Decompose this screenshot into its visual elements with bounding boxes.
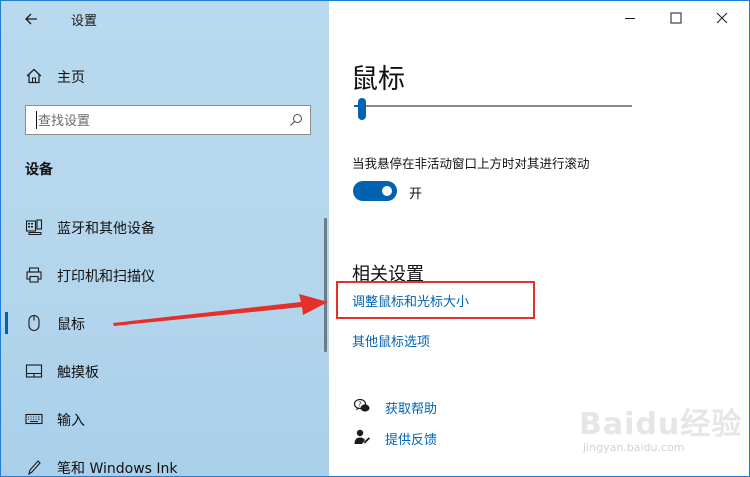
section-heading-devices: 设备 [25, 162, 53, 178]
sidebar-item-label: 笔和 Windows Ink [57, 461, 178, 477]
back-button[interactable] [19, 9, 45, 29]
link-get-help[interactable]: 获取帮助 [385, 398, 437, 417]
sidebar-item-pen[interactable]: 笔和 Windows Ink [1, 450, 321, 477]
back-arrow-icon [25, 13, 37, 25]
minimize-icon [625, 18, 635, 19]
sidebar-item-label: 输入 [57, 413, 85, 429]
touchpad-icon [25, 364, 43, 378]
title-bar: 设置 [1, 1, 329, 35]
slider-thumb[interactable] [358, 98, 367, 120]
sidebar-item-label: 打印机和扫描仪 [57, 269, 155, 285]
pen-icon [28, 460, 41, 476]
watermark-logo: Baidu经验 [579, 407, 743, 442]
sidebar-item-home[interactable]: 主页 [1, 61, 329, 91]
home-icon [26, 68, 42, 84]
toggle-state-label: 开 [409, 187, 423, 202]
close-button[interactable] [699, 5, 745, 31]
maximize-button[interactable] [653, 5, 699, 31]
scroll-inactive-toggle[interactable] [353, 181, 397, 201]
page-title: 鼠标 [351, 64, 405, 95]
link-adjust-mouse-cursor-size[interactable]: 调整鼠标和光标大小 [352, 291, 469, 310]
sidebar-scrollbar[interactable] [324, 218, 327, 352]
watermark-url: jingyan.baidu.com [583, 441, 685, 454]
keyboard-icon [25, 413, 43, 425]
sidebar-item-touchpad[interactable]: 触摸板 [1, 354, 321, 388]
scroll-inactive-label: 当我悬停在非活动窗口上方时对其进行滚动 [352, 156, 590, 171]
baidu-jingyan-watermark: Baidu经验 jingyan.baidu.com [573, 399, 745, 463]
sidebar-item-bluetooth[interactable]: 蓝牙和其他设备 [1, 210, 321, 244]
sidebar-item-printers[interactable]: 打印机和扫描仪 [1, 258, 321, 292]
sidebar-item-label: 鼠标 [57, 317, 85, 333]
toggle-knob [382, 186, 392, 196]
sidebar-item-mouse[interactable]: 鼠标 [1, 306, 321, 340]
app-title: 设置 [71, 14, 98, 29]
link-additional-mouse-options[interactable]: 其他鼠标选项 [352, 331, 430, 350]
mouse-icon [28, 314, 40, 332]
minimize-button[interactable] [607, 5, 653, 31]
link-give-feedback[interactable]: 提供反馈 [385, 429, 437, 448]
sidebar-item-typing[interactable]: 输入 [1, 402, 321, 436]
bluetooth-devices-icon [25, 219, 43, 235]
printer-icon [26, 267, 42, 283]
sidebar-item-label: 蓝牙和其他设备 [57, 221, 155, 237]
home-label: 主页 [57, 70, 85, 86]
slider-track[interactable] [354, 105, 632, 107]
feedback-icon [354, 429, 370, 444]
active-indicator [5, 312, 8, 334]
help-chat-icon: ? [353, 398, 370, 412]
settings-window: 设置 主页 设备 [0, 0, 750, 477]
search-icon[interactable] [288, 112, 304, 128]
maximize-icon [670, 12, 682, 24]
close-icon [716, 12, 728, 24]
sidebar: 设置 主页 设备 [1, 1, 329, 476]
search-box[interactable] [25, 105, 311, 135]
sidebar-item-label: 触摸板 [57, 365, 99, 381]
svg-text:?: ? [358, 401, 362, 409]
search-input[interactable] [36, 109, 280, 133]
